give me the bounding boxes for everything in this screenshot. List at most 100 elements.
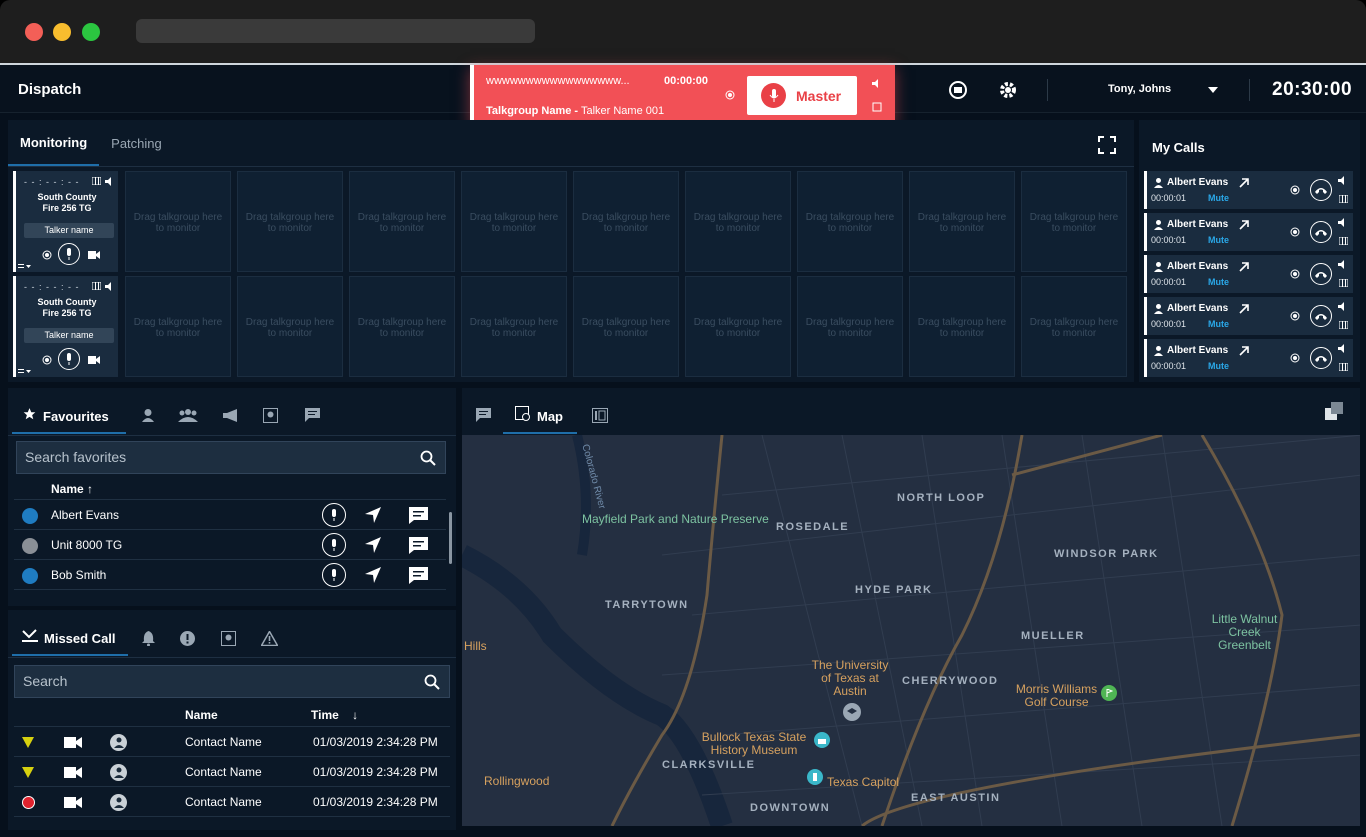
navigation-icon[interactable]	[364, 506, 382, 524]
empty-monitor-tile[interactable]: Drag talkgroup here to monitor	[125, 171, 231, 272]
phone-hangup-icon[interactable]	[1310, 347, 1332, 369]
grid-icon[interactable]	[1337, 320, 1349, 330]
video-icon[interactable]	[64, 767, 82, 778]
navigation-icon[interactable]	[364, 566, 382, 584]
tab-map[interactable]: Map	[503, 400, 577, 434]
empty-monitor-tile[interactable]: Drag talkgroup here to monitor	[237, 276, 343, 377]
record-icon[interactable]	[42, 250, 52, 260]
empty-monitor-tile[interactable]: Drag talkgroup here to monitor	[573, 171, 679, 272]
favourite-row[interactable]: Unit 8000 TG	[14, 530, 446, 560]
user-name[interactable]: Tony, Johns	[1108, 83, 1171, 95]
column-header-name[interactable]: Name ↑	[51, 482, 93, 496]
video-icon[interactable]	[64, 737, 82, 748]
grid-icon[interactable]	[1337, 236, 1349, 246]
column-header-name[interactable]: Name	[185, 708, 218, 722]
microphone-icon[interactable]	[58, 348, 80, 370]
message-icon[interactable]	[408, 506, 428, 524]
empty-monitor-tile[interactable]: Drag talkgroup here to monitor	[349, 276, 455, 377]
speaker-icon[interactable]	[1337, 217, 1349, 227]
favourite-row[interactable]: Albert Evans	[14, 500, 446, 530]
navigation-icon[interactable]	[364, 536, 382, 554]
grid-icon[interactable]	[1337, 194, 1349, 204]
empty-monitor-tile[interactable]: Drag talkgroup here to monitor	[461, 171, 567, 272]
close-window-button[interactable]	[25, 23, 43, 41]
grid-icon[interactable]	[1337, 362, 1349, 372]
grid-icon[interactable]	[91, 281, 101, 291]
patch-icon[interactable]	[871, 102, 883, 112]
phone-hangup-icon[interactable]	[1310, 221, 1332, 243]
contact-avatar-icon[interactable]	[110, 794, 127, 811]
empty-monitor-tile[interactable]: Drag talkgroup here to monitor	[1021, 171, 1127, 272]
my-call-item[interactable]: Albert Evans 00:00:01 Mute	[1144, 297, 1353, 335]
record-icon[interactable]	[1290, 185, 1300, 195]
minimize-panel-icon[interactable]	[1325, 402, 1343, 420]
message-icon[interactable]	[408, 566, 428, 584]
speaker-icon[interactable]	[104, 281, 116, 291]
tab-monitoring[interactable]: Monitoring	[8, 120, 100, 166]
message-icon[interactable]	[408, 536, 428, 554]
map-pin-icon[interactable]	[814, 732, 830, 748]
phone-hangup-icon[interactable]	[1310, 179, 1332, 201]
empty-monitor-tile[interactable]: Drag talkgroup here to monitor	[797, 171, 903, 272]
empty-monitor-tile[interactable]: Drag talkgroup here to monitor	[237, 171, 343, 272]
gear-icon[interactable]	[996, 78, 1020, 102]
map-pin-icon[interactable]	[807, 769, 823, 785]
missed-call-row[interactable]: Contact Name 01/03/2019 2:34:28 PM	[14, 787, 450, 817]
column-header-time[interactable]: Time ↓	[311, 708, 358, 722]
message-icon[interactable]	[304, 407, 320, 423]
group-icon[interactable]	[178, 408, 198, 422]
mute-link[interactable]: Mute	[1208, 319, 1229, 329]
speaker-icon[interactable]	[1337, 175, 1349, 185]
empty-monitor-tile[interactable]: Drag talkgroup here to monitor	[461, 276, 567, 377]
my-call-item[interactable]: Albert Evans 00:00:01 Mute	[1144, 339, 1353, 377]
video-icon[interactable]	[88, 356, 100, 364]
person-icon[interactable]	[141, 408, 155, 422]
record-icon[interactable]	[42, 355, 52, 365]
map-view[interactable]: Mayfield Park and Nature Preserve ROSEDA…	[462, 435, 1360, 826]
empty-monitor-tile[interactable]: Drag talkgroup here to monitor	[909, 171, 1015, 272]
list-dropdown-icon[interactable]	[18, 263, 32, 271]
speaker-icon[interactable]	[871, 78, 883, 88]
list-dropdown-icon[interactable]	[18, 368, 32, 376]
tab-favourites[interactable]: Favourites	[12, 400, 126, 434]
active-call-banner[interactable]: wwwwwwwwwwwwwwwww... 00:00:00 Talkgroup …	[470, 65, 895, 125]
phone-hangup-icon[interactable]	[1310, 263, 1332, 285]
missed-call-row[interactable]: Contact Name 01/03/2019 2:34:28 PM	[14, 727, 450, 757]
grid-icon[interactable]	[91, 176, 101, 186]
my-call-item[interactable]: Albert Evans 00:00:01 Mute	[1144, 255, 1353, 293]
record-icon[interactable]	[1290, 269, 1300, 279]
location-icon[interactable]	[262, 407, 278, 423]
location-icon[interactable]	[220, 630, 236, 646]
microphone-icon[interactable]	[58, 243, 80, 265]
mute-link[interactable]: Mute	[1208, 361, 1229, 371]
video-icon[interactable]	[64, 797, 82, 808]
mute-link[interactable]: Mute	[1208, 277, 1229, 287]
microphone-icon[interactable]	[322, 533, 346, 557]
map-pin-icon[interactable]	[1101, 685, 1117, 701]
empty-monitor-tile[interactable]: Drag talkgroup here to monitor	[573, 276, 679, 377]
mute-link[interactable]: Mute	[1208, 235, 1229, 245]
speaker-icon[interactable]	[1337, 301, 1349, 311]
alert-circle-icon[interactable]	[179, 630, 195, 646]
record-icon[interactable]	[1290, 227, 1300, 237]
empty-monitor-tile[interactable]: Drag talkgroup here to monitor	[685, 276, 791, 377]
missed-call-row[interactable]: Contact Name 01/03/2019 2:34:28 PM	[14, 757, 450, 787]
bell-alert-icon[interactable]	[140, 630, 156, 646]
search-favorites-input[interactable]: Search favorites	[16, 441, 446, 474]
video-icon[interactable]	[88, 251, 100, 259]
search-missed-input[interactable]: Search	[14, 665, 450, 698]
microphone-icon[interactable]	[322, 563, 346, 587]
video-wall-icon[interactable]	[591, 407, 608, 423]
phone-hangup-icon[interactable]	[1310, 305, 1332, 327]
record-icon[interactable]	[725, 90, 735, 100]
speaker-icon[interactable]	[104, 176, 116, 186]
contact-avatar-icon[interactable]	[110, 734, 127, 751]
monitor-tile-active[interactable]: - - : - - : - - South County Fire 256 TG …	[13, 276, 118, 377]
warning-icon[interactable]	[260, 630, 278, 646]
master-button[interactable]: Master	[747, 76, 857, 115]
megaphone-icon[interactable]	[222, 408, 238, 422]
minimize-window-button[interactable]	[53, 23, 71, 41]
empty-monitor-tile[interactable]: Drag talkgroup here to monitor	[909, 276, 1015, 377]
speaker-icon[interactable]	[1337, 343, 1349, 353]
microphone-icon[interactable]	[322, 503, 346, 527]
